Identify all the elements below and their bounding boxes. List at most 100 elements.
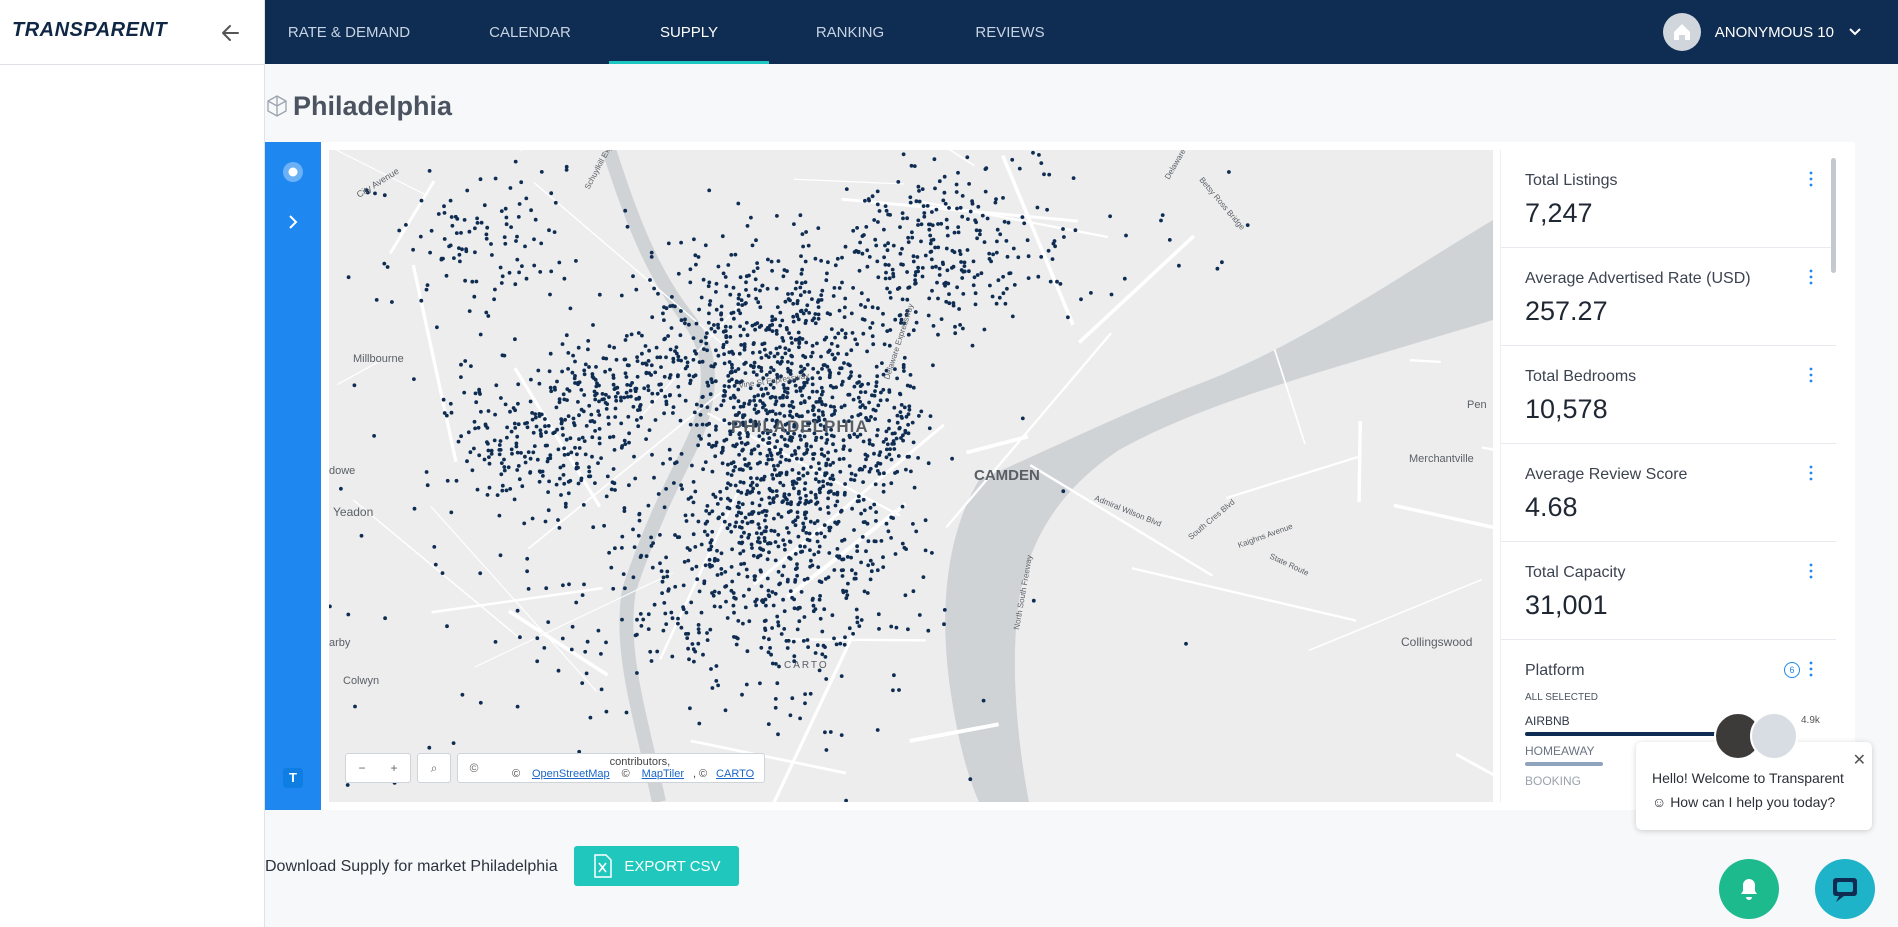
listing-dot[interactable]	[758, 451, 763, 456]
chat-launcher-button[interactable]	[1815, 859, 1875, 919]
listing-dot[interactable]	[1006, 220, 1011, 225]
listing-dot[interactable]	[800, 267, 804, 272]
listing-dot[interactable]	[852, 528, 856, 532]
listing-dot[interactable]	[604, 407, 609, 411]
listing-dot[interactable]	[919, 239, 923, 244]
listing-dot[interactable]	[875, 568, 880, 573]
listing-dot[interactable]	[723, 324, 728, 329]
listing-dot[interactable]	[612, 345, 616, 350]
listing-dot[interactable]	[445, 624, 449, 629]
listing-dot[interactable]	[739, 343, 744, 347]
listing-dot[interactable]	[810, 389, 815, 394]
listing-dot[interactable]	[814, 471, 819, 476]
listing-dot[interactable]	[883, 276, 888, 281]
listing-dot[interactable]	[809, 465, 813, 469]
listing-dot[interactable]	[725, 471, 730, 476]
listing-dot[interactable]	[929, 257, 934, 262]
listing-dot[interactable]	[650, 565, 655, 570]
listing-dot[interactable]	[722, 384, 727, 388]
listing-dot[interactable]	[822, 523, 827, 527]
listing-dot[interactable]	[596, 409, 601, 414]
listing-dot[interactable]	[701, 467, 705, 472]
listing-dot[interactable]	[694, 402, 699, 407]
listing-dot[interactable]	[782, 386, 787, 390]
listing-dot[interactable]	[954, 182, 959, 187]
listing-dot[interactable]	[915, 255, 920, 259]
listing-dot[interactable]	[855, 549, 860, 553]
listing-dot[interactable]	[782, 627, 787, 631]
listing-dot[interactable]	[884, 521, 889, 526]
listing-dot[interactable]	[835, 499, 840, 504]
listing-dot[interactable]	[767, 436, 772, 440]
listing-dot[interactable]	[942, 622, 946, 627]
listing-dot[interactable]	[839, 382, 844, 387]
listing-dot[interactable]	[793, 286, 798, 291]
listing-dot[interactable]	[789, 361, 794, 366]
listing-dot[interactable]	[790, 479, 795, 484]
listing-dot[interactable]	[584, 424, 589, 428]
listing-dot[interactable]	[878, 398, 883, 403]
listing-dot[interactable]	[804, 531, 809, 535]
listing-dot[interactable]	[650, 452, 654, 457]
listing-dot[interactable]	[865, 248, 870, 253]
listing-dot[interactable]	[770, 314, 775, 319]
listing-dot[interactable]	[705, 631, 709, 635]
listing-dot[interactable]	[790, 354, 794, 359]
listing-dot[interactable]	[875, 469, 880, 473]
listing-dot[interactable]	[728, 325, 733, 329]
listing-dot[interactable]	[796, 471, 801, 475]
listing-dot[interactable]	[1122, 276, 1127, 281]
listing-dot[interactable]	[679, 309, 683, 313]
listing-dot[interactable]	[804, 230, 808, 234]
listing-dot[interactable]	[671, 356, 676, 361]
listing-dot[interactable]	[900, 211, 905, 215]
listing-dot[interactable]	[834, 642, 839, 647]
listing-dot[interactable]	[703, 243, 708, 248]
listing-dot[interactable]	[676, 384, 681, 389]
listing-dot[interactable]	[782, 609, 787, 614]
listing-dot[interactable]	[518, 635, 522, 640]
listing-dot[interactable]	[1025, 238, 1030, 243]
listing-dot[interactable]	[914, 529, 919, 534]
listing-dot[interactable]	[688, 422, 693, 427]
listing-dot[interactable]	[718, 489, 723, 494]
listing-dot[interactable]	[619, 398, 623, 403]
listing-dot[interactable]	[624, 710, 629, 715]
listing-dot[interactable]	[796, 502, 801, 507]
listing-dot[interactable]	[679, 452, 684, 456]
listing-dot[interactable]	[668, 457, 673, 461]
listing-dot[interactable]	[772, 516, 776, 521]
listing-dot[interactable]	[901, 216, 905, 221]
listing-dot[interactable]	[808, 691, 813, 696]
listing-dot[interactable]	[828, 312, 832, 317]
listing-dot[interactable]	[957, 307, 961, 311]
listing-dot[interactable]	[753, 287, 758, 292]
listing-dot[interactable]	[901, 152, 906, 157]
listing-dot[interactable]	[687, 322, 691, 327]
listing-dot[interactable]	[1061, 489, 1066, 494]
listing-dot[interactable]	[788, 540, 793, 544]
listing-dot[interactable]	[756, 536, 761, 540]
listing-dot[interactable]	[890, 442, 895, 446]
listing-dot[interactable]	[717, 515, 721, 520]
listing-dot[interactable]	[681, 583, 686, 588]
listing-dot[interactable]	[667, 393, 672, 398]
listing-dot[interactable]	[800, 281, 804, 286]
listing-dot[interactable]	[937, 179, 942, 184]
listing-dot[interactable]	[849, 348, 854, 353]
listing-dot[interactable]	[1215, 266, 1220, 271]
listing-dot[interactable]	[560, 342, 565, 346]
listing-dot[interactable]	[734, 642, 739, 647]
listing-dot[interactable]	[919, 222, 924, 227]
listing-dot[interactable]	[635, 632, 639, 637]
listing-dot[interactable]	[683, 317, 687, 322]
listing-dot[interactable]	[681, 605, 685, 609]
listing-dot[interactable]	[587, 403, 592, 408]
listing-dot[interactable]	[733, 465, 737, 469]
listing-dot[interactable]	[733, 252, 738, 257]
listing-dot[interactable]	[888, 290, 892, 295]
listing-dot[interactable]	[885, 442, 890, 447]
listing-dot[interactable]	[962, 264, 967, 268]
listing-dot[interactable]	[721, 398, 726, 403]
listing-dot[interactable]	[851, 397, 856, 402]
